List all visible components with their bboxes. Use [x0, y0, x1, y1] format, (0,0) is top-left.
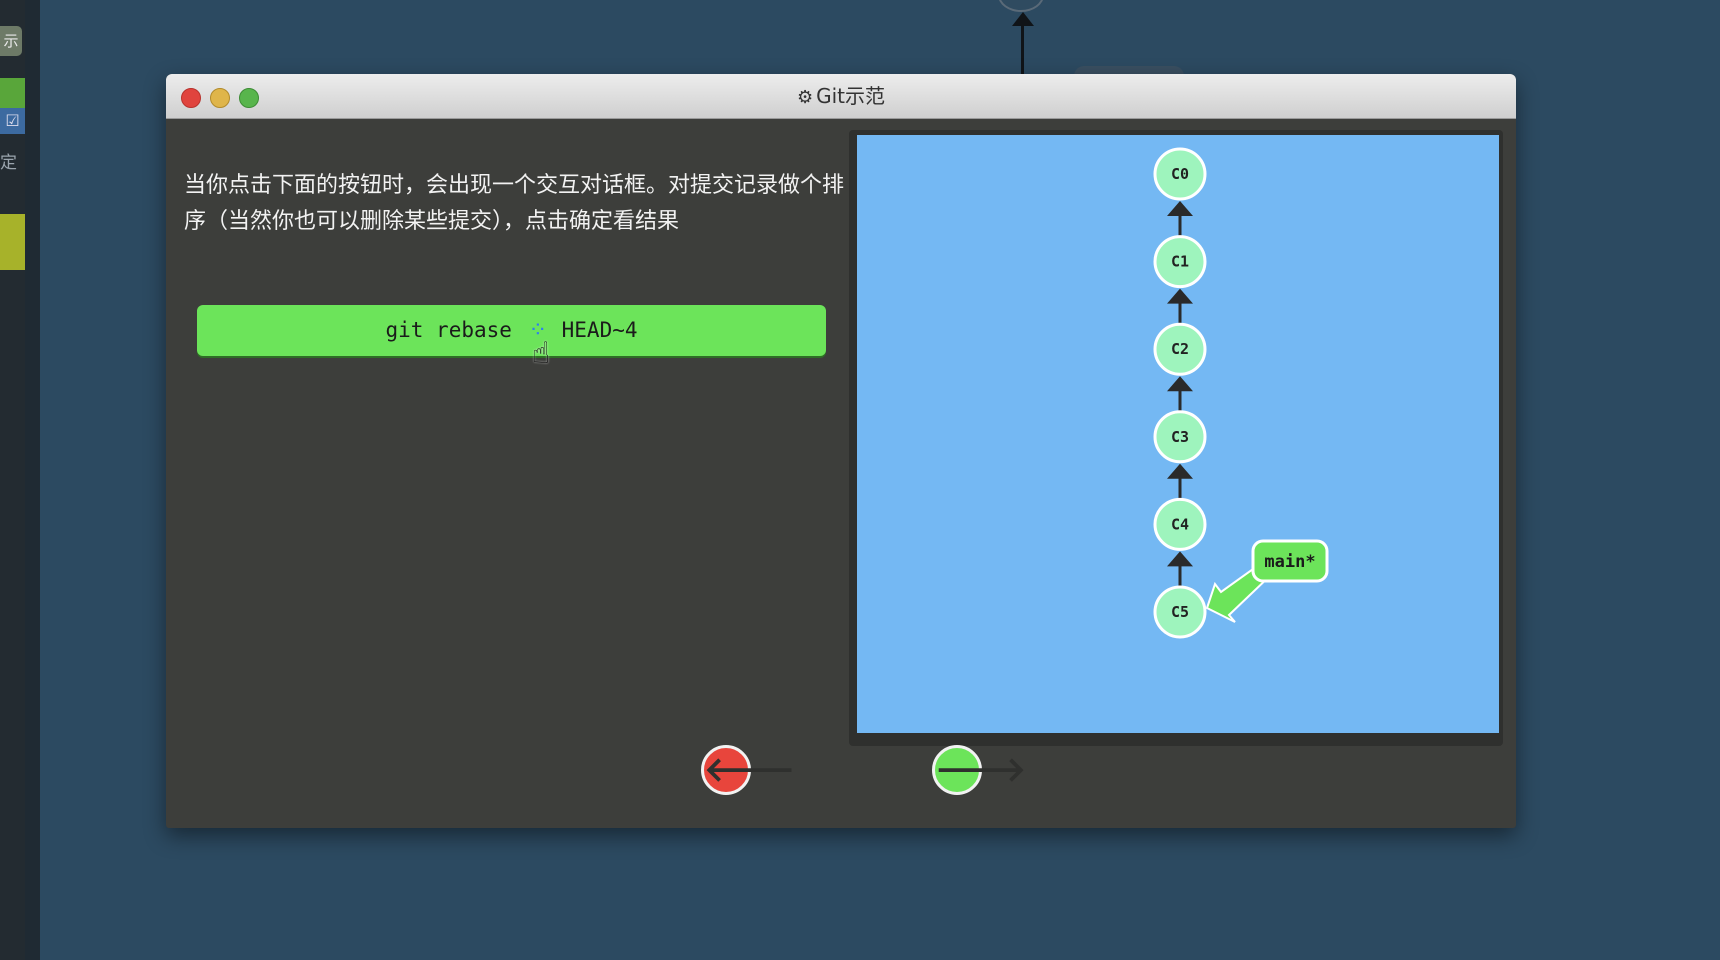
left-panel-olive-block [0, 214, 25, 270]
commit-graph: C0 C1 C2 C3 C4 C5 main* [1153, 147, 1329, 639]
edge-arrow-icon [1167, 201, 1193, 216]
left-panel-green-block [0, 78, 25, 108]
commit-label: C2 [1171, 340, 1189, 358]
next-button[interactable]: 🡒 [932, 745, 1026, 795]
left-panel-text: 定 [0, 153, 17, 173]
title-bar[interactable]: ⚙ Git示范 [166, 74, 1516, 119]
arrow-left-icon: 🡐 [704, 750, 796, 790]
edge-arrow-icon [1167, 288, 1193, 304]
edge-arrow-icon [1167, 376, 1193, 392]
git-rebase-command-button[interactable]: git rebase ⁘ HEAD~4 [197, 305, 826, 356]
instruction-text: 当你点击下面的按钮时，会出现一个交互对话框。对提交记录做个排序（当然你也可以删除… [184, 173, 845, 234]
gear-icon: ⚙ [796, 87, 814, 108]
commit-label: C1 [1171, 253, 1189, 271]
edge-arrow-icon [1167, 463, 1193, 479]
git-graph-visualization: C0 C1 C2 C3 C4 C5 main* [857, 135, 1499, 733]
window-title: ⚙ Git示范 [166, 74, 1516, 118]
left-panel-edge [0, 0, 25, 960]
commit-label: C5 [1171, 603, 1189, 621]
left-panel: 示 ☑ 定 [0, 0, 40, 960]
branch-label-main: main* [1264, 552, 1315, 572]
edge-arrow-icon [1167, 551, 1193, 567]
command-prefix: git rebase [385, 318, 525, 342]
pointer-cursor-icon: ☝ [532, 336, 551, 371]
checkbox-icon[interactable]: ☑ [0, 108, 25, 134]
commit-label: C0 [1171, 165, 1189, 183]
previous-button[interactable]: 🡐 [701, 745, 795, 795]
background-edge-arrow-icon [1012, 12, 1034, 26]
commit-label: C3 [1171, 428, 1189, 446]
background-commit-edge [1021, 18, 1024, 74]
git-demo-dialog: ⚙ Git示范 当你点击下面的按钮时，会出现一个交互对话框。对提交记录做个排序（当… [166, 74, 1516, 828]
command-suffix: HEAD~4 [549, 318, 638, 342]
commit-label: C4 [1171, 515, 1189, 533]
left-panel-button[interactable]: 示 [0, 26, 22, 56]
arrow-right-icon: 🡒 [935, 750, 1027, 790]
window-title-text: Git示范 [816, 84, 886, 108]
background-commit-node [998, 0, 1044, 12]
